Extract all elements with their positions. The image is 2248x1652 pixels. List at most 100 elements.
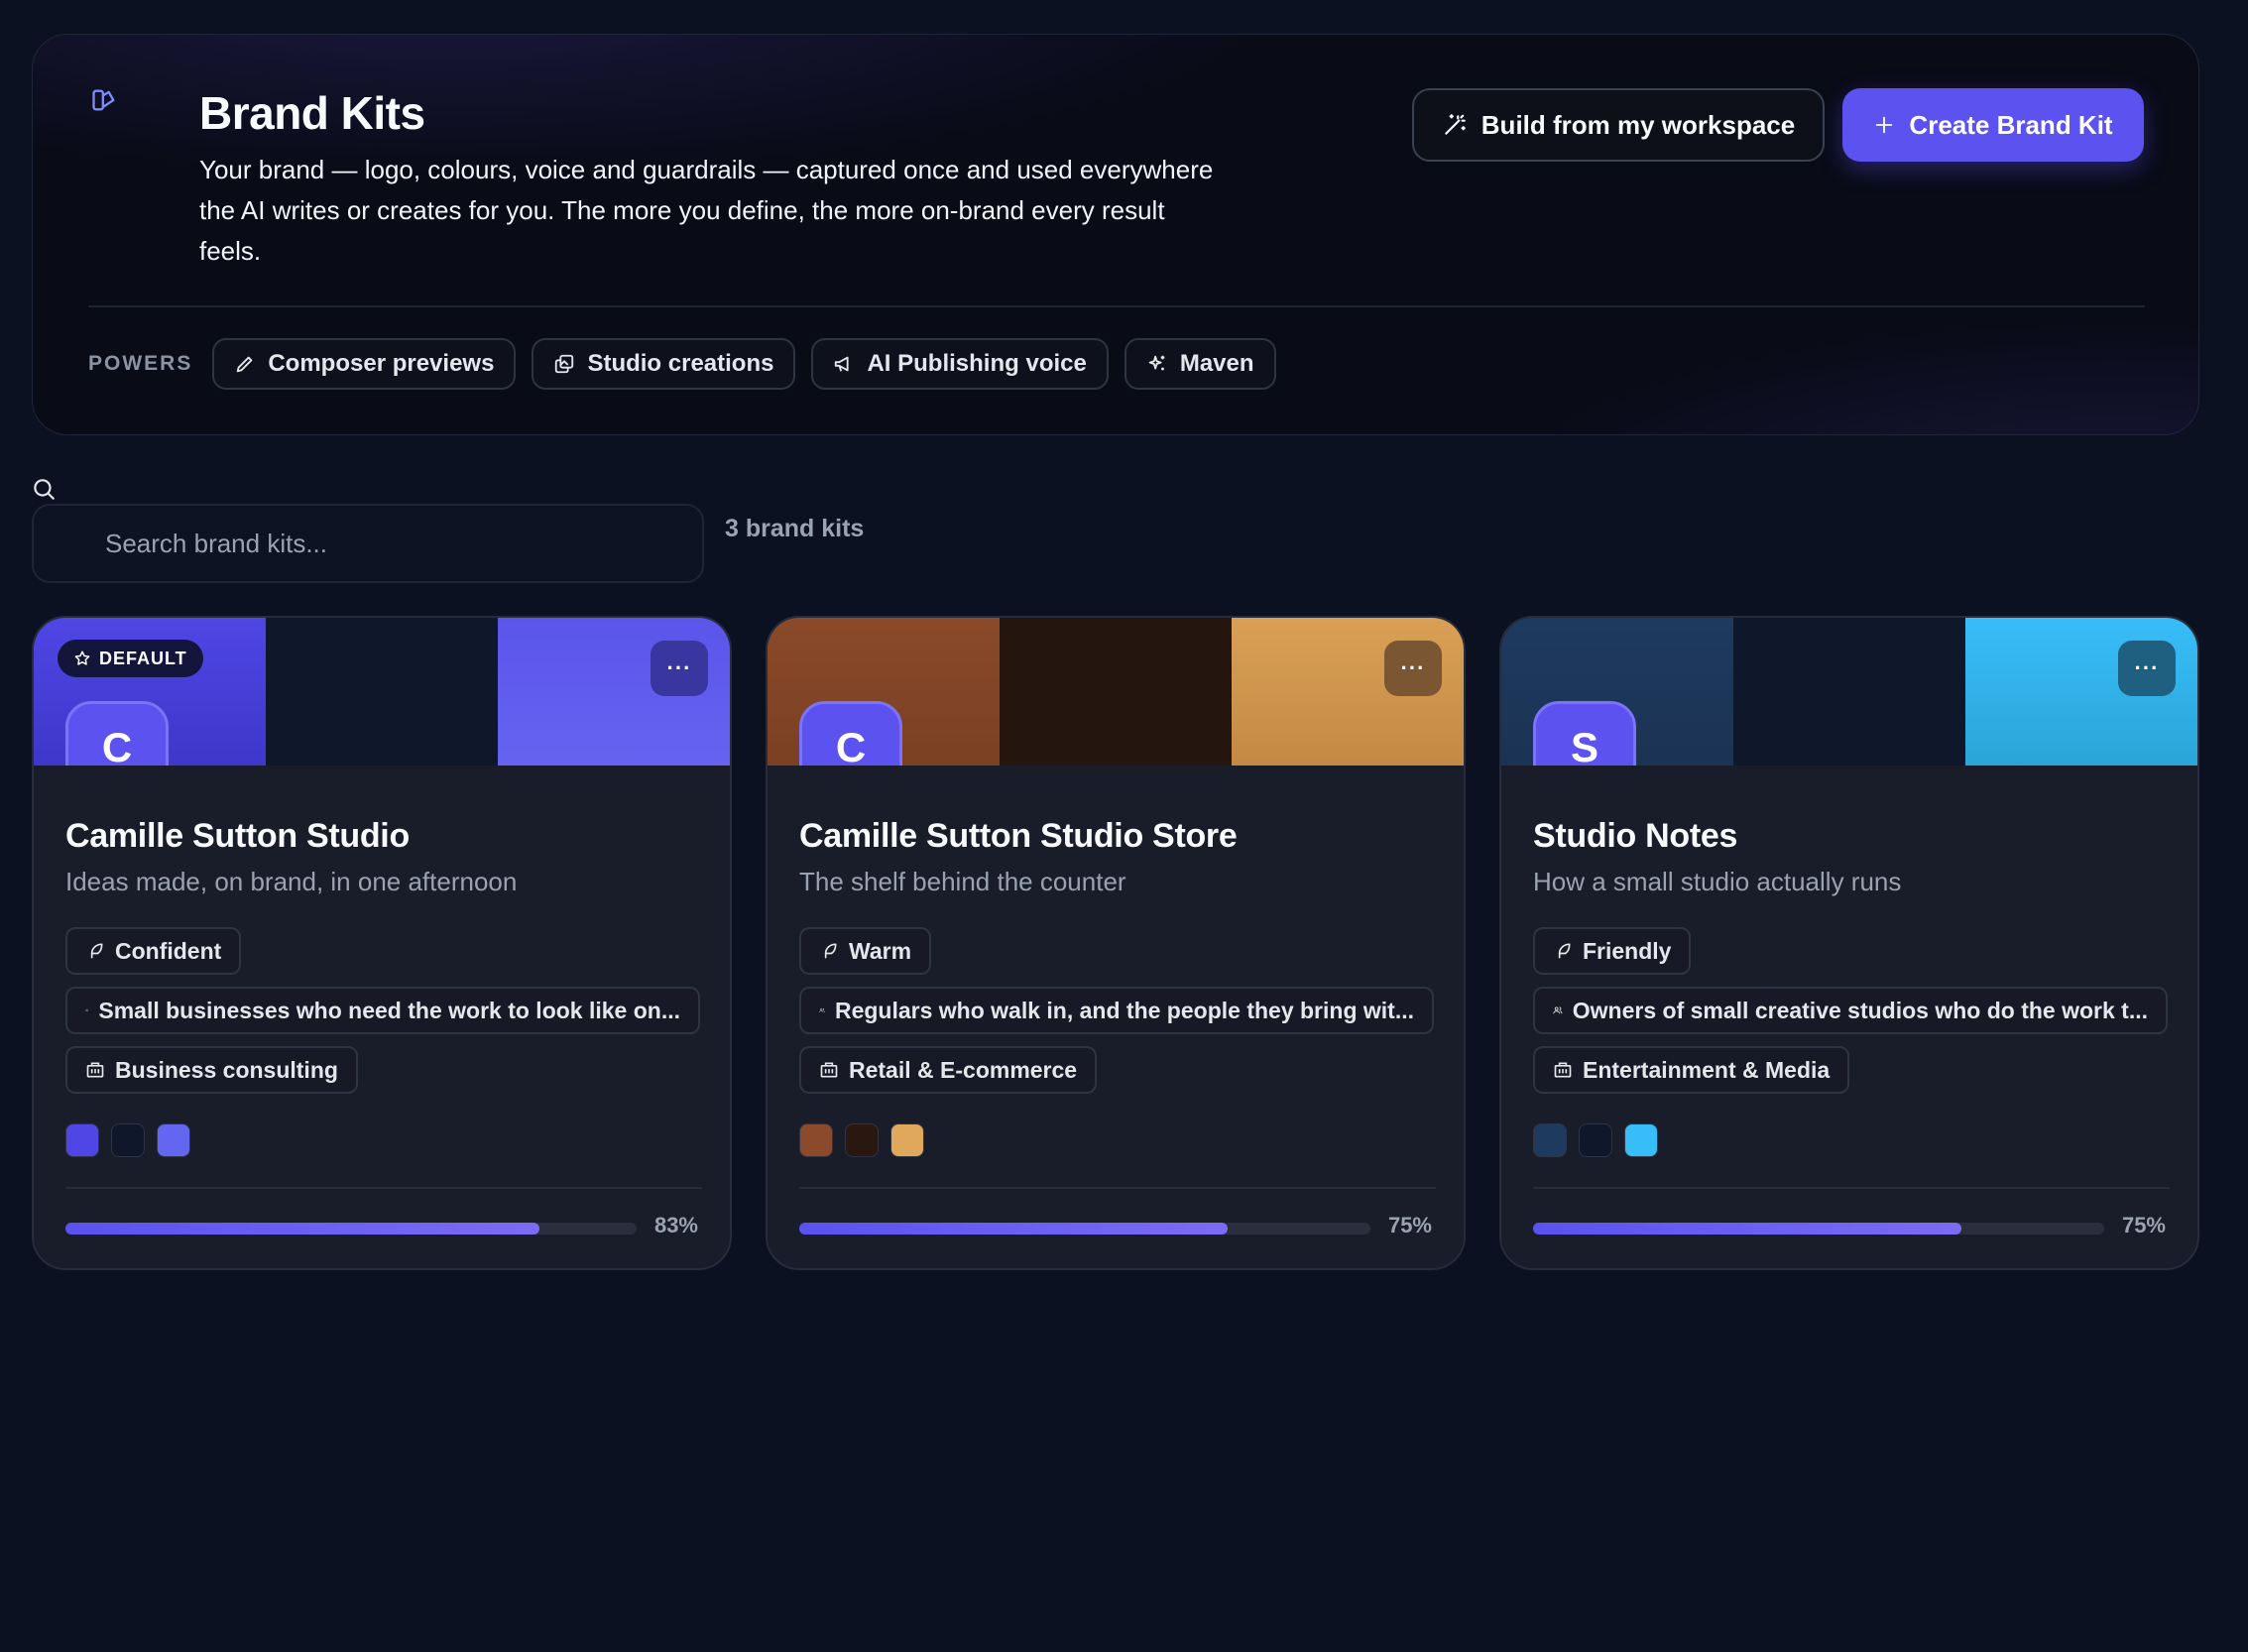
star-icon <box>74 650 90 665</box>
brand-kit-card[interactable]: C DEFAULT ··· Camille Sutton Studio Idea… <box>32 616 732 1270</box>
color-swatch <box>799 1123 833 1157</box>
more-icon: ··· <box>666 655 692 680</box>
card-menu-button[interactable]: ··· <box>1384 641 1442 696</box>
completeness-percent: 75% <box>1387 1213 1432 1238</box>
color-swatch <box>1579 1123 1612 1157</box>
magic-wand-icon <box>1445 114 1466 135</box>
card-menu-button[interactable]: ··· <box>2118 641 2176 696</box>
tone-label: Confident <box>115 937 222 964</box>
power-chip-label: AI Publishing voice <box>867 350 1087 377</box>
megaphone-icon <box>835 356 850 372</box>
default-badge: DEFAULT <box>58 640 203 677</box>
color-swatch <box>890 1123 924 1157</box>
card-menu-button[interactable]: ··· <box>651 641 708 696</box>
building-icon <box>1554 1062 1572 1078</box>
search-icon <box>34 479 55 500</box>
power-chip-label: Maven <box>1179 350 1254 377</box>
create-brand-kit-button[interactable]: Create Brand Kit <box>1842 88 2144 162</box>
feather-icon <box>1558 943 1571 959</box>
color-swatch <box>111 1123 145 1157</box>
color-swatch <box>157 1123 190 1157</box>
industry-label: Business consulting <box>115 1056 338 1083</box>
card-divider <box>799 1187 1436 1189</box>
search-input[interactable] <box>32 504 704 583</box>
card-tagline: The shelf behind the counter <box>799 867 1126 896</box>
banner-color <box>266 618 498 766</box>
page-title: Brand Kits <box>199 87 425 139</box>
card-divider <box>1533 1187 2170 1189</box>
banner-color <box>1733 618 1965 766</box>
brand-kit-card[interactable]: C ··· Camille Sutton Studio Store The sh… <box>766 616 1466 1270</box>
sparkles-icon <box>1148 355 1165 371</box>
audience-pill: Regulars who walk in, and the people the… <box>799 987 1434 1034</box>
brand-avatar: C <box>65 701 169 766</box>
more-icon: ··· <box>2134 655 2160 680</box>
default-badge-label: DEFAULT <box>99 648 187 668</box>
audience-label: Regulars who walk in, and the people the… <box>834 997 1414 1023</box>
card-name: Camille Sutton Studio <box>65 817 410 855</box>
card-name: Studio Notes <box>1533 817 1738 855</box>
feather-icon <box>90 943 103 959</box>
tone-label: Warm <box>849 937 912 964</box>
color-swatches <box>65 1123 190 1157</box>
power-chip-studio-creations[interactable]: Studio creations <box>532 338 796 390</box>
power-chip-composer-previews[interactable]: Composer previews <box>212 338 517 390</box>
completeness-bar <box>799 1223 1370 1235</box>
audience-pill: Small businesses who need the work to lo… <box>65 987 700 1034</box>
color-swatch <box>1533 1123 1567 1157</box>
color-swatch <box>845 1123 879 1157</box>
plus-icon <box>1876 116 1893 134</box>
card-banner: C <box>768 618 1464 766</box>
users-icon <box>819 1007 825 1013</box>
hero-divider <box>88 305 2145 307</box>
powers-label: POWERS <box>88 352 193 375</box>
power-chip-maven[interactable]: Maven <box>1124 338 1276 390</box>
powers-row: POWERS Composer previews Studio creation… <box>88 338 1276 390</box>
completeness-bar <box>65 1223 637 1235</box>
brand-avatar: S <box>1533 701 1636 766</box>
industry-pill: Entertainment & Media <box>1533 1046 1850 1094</box>
page-description: Your brand — logo, colours, voice and gu… <box>199 155 1214 266</box>
tone-label: Friendly <box>1583 937 1672 964</box>
more-icon: ··· <box>1400 655 1426 680</box>
card-tagline: How a small studio actually runs <box>1533 867 1902 896</box>
build-from-workspace-button[interactable]: Build from my workspace <box>1412 88 1825 162</box>
users-icon <box>1553 1006 1563 1014</box>
color-swatches <box>799 1123 924 1157</box>
brand-avatar: C <box>799 701 902 766</box>
power-chip-ai-publishing-voice[interactable]: AI Publishing voice <box>811 338 1109 390</box>
completeness-percent: 75% <box>2121 1213 2166 1238</box>
audience-pill: Owners of small creative studios who do … <box>1533 987 2168 1034</box>
industry-pill: Retail & E-commerce <box>799 1046 1098 1094</box>
building-icon <box>86 1062 104 1078</box>
build-from-workspace-label: Build from my workspace <box>1480 109 1796 140</box>
card-name: Camille Sutton Studio Store <box>799 817 1238 855</box>
completeness-bar <box>1533 1223 2104 1235</box>
tone-pill: Warm <box>799 927 932 975</box>
card-tagline: Ideas made, on brand, in one afternoon <box>65 867 518 896</box>
pencil-icon <box>237 356 253 373</box>
power-chip-label: Composer previews <box>268 350 495 377</box>
color-swatch <box>65 1123 99 1157</box>
tone-pill: Friendly <box>1533 927 1692 975</box>
images-icon <box>555 354 574 374</box>
create-brand-kit-label: Create Brand Kit <box>1909 109 2113 140</box>
brand-kit-card[interactable]: S ··· Studio Notes How a small studio ac… <box>1499 616 2199 1270</box>
card-banner: S <box>1501 618 2197 766</box>
palette-icon <box>92 89 115 111</box>
users-icon <box>85 1008 89 1012</box>
completeness-fill <box>65 1223 540 1235</box>
color-swatches <box>1533 1123 1658 1157</box>
card-divider <box>65 1187 702 1189</box>
audience-label: Owners of small creative studios who do … <box>1572 997 2148 1023</box>
completeness-fill <box>1533 1223 1961 1235</box>
industry-pill: Business consulting <box>65 1046 358 1094</box>
color-swatch <box>1624 1123 1658 1157</box>
completeness-fill <box>799 1223 1228 1235</box>
tone-pill: Confident <box>65 927 242 975</box>
banner-color <box>1000 618 1232 766</box>
brand-kit-count: 3 brand kits <box>725 515 865 542</box>
power-chip-label: Studio creations <box>587 350 774 377</box>
industry-label: Entertainment & Media <box>1583 1056 1831 1083</box>
industry-label: Retail & E-commerce <box>849 1056 1078 1083</box>
